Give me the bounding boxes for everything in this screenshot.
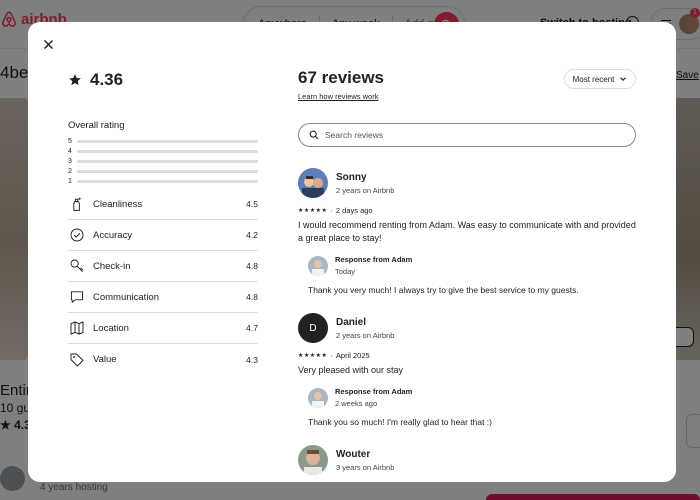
reviewer-header: Wouter 3 years on Airbnb xyxy=(298,445,638,475)
review-meta: ★★★★★ · April 2025 xyxy=(298,351,638,360)
close-button[interactable] xyxy=(38,34,58,54)
category-row-location: Location 4.7 xyxy=(68,313,258,344)
rating-bar-track xyxy=(77,169,258,173)
reviewer-name: Wouter xyxy=(336,448,371,460)
category-label: Location xyxy=(93,322,129,334)
rating-bar-stars: 2 xyxy=(68,167,72,175)
rating-bar-track xyxy=(77,159,258,163)
host-avatar xyxy=(308,255,328,276)
reviewer-name: Daniel xyxy=(336,316,367,328)
host-response-header: Response from Adam Today xyxy=(308,255,638,276)
rating-bar-stars: 4 xyxy=(68,147,72,155)
reviewer-info: Sonny 2 years on Airbnb xyxy=(336,172,394,195)
category-score: 4.5 xyxy=(246,199,258,209)
close-icon xyxy=(43,39,53,49)
search-reviews-field[interactable] xyxy=(298,123,636,147)
host-avatar xyxy=(308,387,328,408)
sort-dropdown-label: Most recent xyxy=(572,74,615,84)
sort-dropdown[interactable]: Most recent xyxy=(564,69,636,89)
review-stars: ★★★★★ xyxy=(298,353,328,359)
search-reviews-input[interactable] xyxy=(325,130,615,140)
review-item: Sonny 2 years on Airbnb ★★★★★ · 2 days a… xyxy=(298,168,638,295)
reviewer-avatar[interactable] xyxy=(298,445,328,475)
overall-score-value: 4.36 xyxy=(90,70,124,89)
category-score: 4.8 xyxy=(246,292,258,302)
category-label: Accuracy xyxy=(93,229,133,241)
category-label: Cleanliness xyxy=(93,198,143,210)
review-date: April 2025 xyxy=(335,351,370,360)
review-item: Wouter 3 years on Airbnb xyxy=(298,445,638,475)
review-stars: ★★★★★ xyxy=(298,208,328,214)
category-row-accuracy: Accuracy 4.2 xyxy=(68,220,258,251)
category-score: 4.8 xyxy=(246,261,258,271)
reviewer-tenure: 2 years on Airbnb xyxy=(336,330,395,340)
reviews-modal: 4.36 Overall rating 5 4 3 2 1 Cleanlines… xyxy=(28,22,676,482)
spray-bottle-icon xyxy=(68,196,85,213)
tag-icon xyxy=(68,351,85,368)
category-row-value: Value 4.3 xyxy=(68,344,258,375)
reviews-count-title: 67 reviews xyxy=(298,68,385,87)
map-icon xyxy=(68,320,85,337)
category-score: 4.2 xyxy=(246,230,258,240)
reviewer-avatar[interactable] xyxy=(298,168,328,198)
rating-bar-track xyxy=(77,149,258,153)
chat-bubble-icon xyxy=(68,289,85,306)
response-text: Thank you very much! I always try to giv… xyxy=(308,285,579,295)
rating-bar-row: 4 xyxy=(68,146,258,156)
host-response-header: Response from Adam 2 weeks ago xyxy=(308,387,638,408)
check-circle-icon xyxy=(68,227,85,244)
review-text: Very pleased with our stay xyxy=(298,365,404,375)
overall-rating-label: Overall rating xyxy=(68,120,125,131)
star-icon xyxy=(68,73,82,87)
reviewer-info: Daniel 2 years on Airbnb xyxy=(336,317,394,340)
category-row-cleanliness: Cleanliness 4.5 xyxy=(68,189,258,220)
rating-bar-row: 5 xyxy=(68,136,258,146)
category-row-check-in: Check-in 4.8 xyxy=(68,251,258,282)
host-response-info: Response from Adam Today xyxy=(335,255,412,276)
review-meta: ★★★★★ · 2 days ago xyxy=(298,206,638,215)
rating-bar-track xyxy=(77,179,258,183)
response-from: Response from Adam xyxy=(335,387,413,396)
chevron-down-icon xyxy=(620,77,627,82)
meta-separator: · xyxy=(330,351,333,360)
rating-bar-row: 2 xyxy=(68,166,258,176)
rating-bar-stars: 3 xyxy=(68,157,72,165)
category-label: Check-in xyxy=(93,260,131,272)
host-response-info: Response from Adam 2 weeks ago xyxy=(335,387,412,408)
key-icon xyxy=(68,258,85,275)
reviewer-info: Wouter 3 years on Airbnb xyxy=(336,449,394,472)
search-icon xyxy=(309,130,319,140)
response-time: Today xyxy=(335,267,356,276)
meta-separator: · xyxy=(330,206,333,215)
category-score: 4.7 xyxy=(246,323,258,333)
reviewer-name: Sonny xyxy=(336,171,367,183)
overall-score: 4.36 xyxy=(68,70,123,90)
reviewer-tenure: 2 years on Airbnb xyxy=(336,185,395,195)
response-time: 2 weeks ago xyxy=(335,399,378,408)
category-label: Value xyxy=(93,354,117,365)
rating-bar-stars: 5 xyxy=(68,137,72,145)
category-score: 4.3 xyxy=(246,354,258,365)
review-text: I would recommend renting from Adam. Was… xyxy=(298,220,636,243)
learn-how-reviews-work-link[interactable]: Learn how reviews work xyxy=(298,92,378,101)
reviewer-tenure: 3 years on Airbnb xyxy=(336,462,395,472)
rating-bar-track xyxy=(77,139,258,143)
rating-distribution: 5 4 3 2 1 xyxy=(68,136,258,186)
response-text: Thank you so much! I'm really glad to he… xyxy=(308,417,492,427)
category-label: Communication xyxy=(93,291,159,303)
rating-bar-stars: 1 xyxy=(68,177,72,185)
rating-bar-row: 1 xyxy=(68,176,258,186)
category-row-communication: Communication 4.8 xyxy=(68,282,258,313)
review-item: D Daniel 2 years on Airbnb ★★★★★ · April… xyxy=(298,313,638,427)
response-from: Response from Adam xyxy=(335,255,413,264)
category-ratings: Cleanliness 4.5 Accuracy 4.2 Check-in 4.… xyxy=(68,189,258,375)
reviewer-header: D Daniel 2 years on Airbnb xyxy=(298,313,638,343)
review-date: 2 days ago xyxy=(335,206,373,215)
reviews-panel: 67 reviews Learn how reviews work Most r… xyxy=(298,22,638,482)
reviewer-header: Sonny 2 years on Airbnb xyxy=(298,168,638,198)
reviewer-avatar[interactable]: D xyxy=(298,313,328,343)
rating-bar-row: 3 xyxy=(68,156,258,166)
